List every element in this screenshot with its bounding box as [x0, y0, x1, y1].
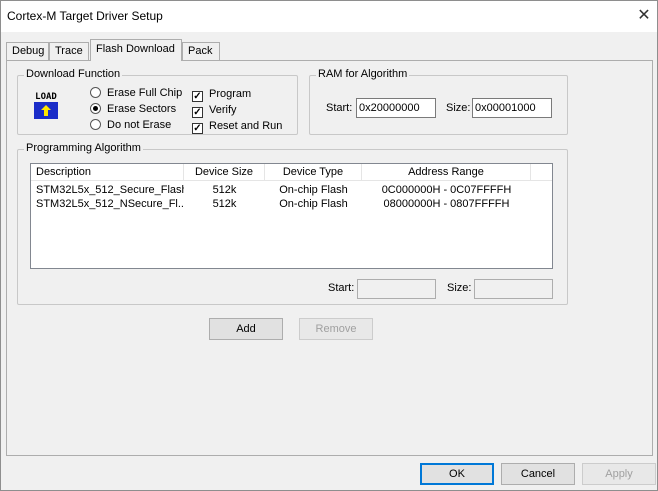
- ok-button[interactable]: OK: [420, 463, 494, 485]
- download-function-group: Download Function LOAD Erase Full Chip E…: [17, 68, 298, 135]
- table-row[interactable]: STM32L5x_512_Secure_Flash 512k On-chip F…: [31, 184, 552, 198]
- radio-button[interactable]: [90, 87, 101, 98]
- tab-flash-download[interactable]: Flash Download: [90, 39, 182, 61]
- verify-checkbox[interactable]: ✓ Verify: [192, 104, 237, 118]
- algorithm-list[interactable]: Description Device Size Device Type Addr…: [30, 163, 553, 269]
- do-not-erase-radio[interactable]: Do not Erase: [90, 119, 171, 133]
- programming-algorithm-label: Programming Algorithm: [24, 142, 143, 154]
- col-address-range[interactable]: Address Range: [362, 164, 531, 181]
- list-header: Description Device Size Device Type Addr…: [31, 164, 552, 181]
- checkbox[interactable]: ✓: [192, 107, 203, 118]
- col-device-size[interactable]: Device Size: [184, 164, 265, 181]
- col-spacer: [531, 164, 552, 181]
- ram-algorithm-label: RAM for Algorithm: [316, 68, 410, 80]
- col-description[interactable]: Description: [31, 164, 184, 181]
- load-icon-text: LOAD: [35, 92, 57, 102]
- remove-button: Remove: [299, 318, 373, 340]
- title-bar: Cortex-M Target Driver Setup ✕: [1, 1, 657, 32]
- checkbox[interactable]: ✓: [192, 123, 203, 134]
- checkbox[interactable]: ✓: [192, 91, 203, 102]
- ram-size-input[interactable]: 0x00001000: [472, 98, 552, 118]
- radio-button[interactable]: [90, 103, 101, 114]
- ram-algorithm-group: RAM for Algorithm Start: 0x20000000 Size…: [309, 68, 568, 135]
- ram-start-input[interactable]: 0x20000000: [356, 98, 436, 118]
- apply-button: Apply: [582, 463, 656, 485]
- reset-and-run-checkbox[interactable]: ✓ Reset and Run: [192, 120, 282, 134]
- tab-trace[interactable]: Trace: [49, 42, 89, 61]
- erase-sectors-radio[interactable]: Erase Sectors: [90, 103, 176, 117]
- flash-download-panel: Download Function LOAD Erase Full Chip E…: [6, 60, 653, 456]
- window-title: Cortex-M Target Driver Setup: [7, 9, 163, 23]
- algo-size-label: Size:: [447, 282, 472, 294]
- erase-full-chip-radio[interactable]: Erase Full Chip: [90, 87, 182, 101]
- ram-size-label: Size:: [446, 102, 471, 114]
- ram-start-label: Start:: [326, 102, 353, 114]
- program-checkbox[interactable]: ✓ Program: [192, 88, 251, 102]
- download-function-label: Download Function: [24, 68, 123, 80]
- algo-size-input: [474, 279, 553, 299]
- load-icon: LOAD: [30, 89, 62, 121]
- dialog-window: Cortex-M Target Driver Setup ✕ Debug Tra…: [0, 0, 658, 491]
- tab-debug[interactable]: Debug: [6, 42, 49, 61]
- algo-start-input: [357, 279, 436, 299]
- col-device-type[interactable]: Device Type: [265, 164, 362, 181]
- algo-start-label: Start:: [328, 282, 355, 294]
- radio-button[interactable]: [90, 119, 101, 130]
- cancel-button[interactable]: Cancel: [501, 463, 575, 485]
- table-row[interactable]: STM32L5x_512_NSecure_Fl... 512k On-chip …: [31, 198, 552, 212]
- close-icon[interactable]: ✕: [635, 7, 653, 25]
- tab-pack[interactable]: Pack: [182, 42, 220, 61]
- dialog-footer: OK Cancel Apply: [1, 458, 657, 490]
- add-button[interactable]: Add: [209, 318, 283, 340]
